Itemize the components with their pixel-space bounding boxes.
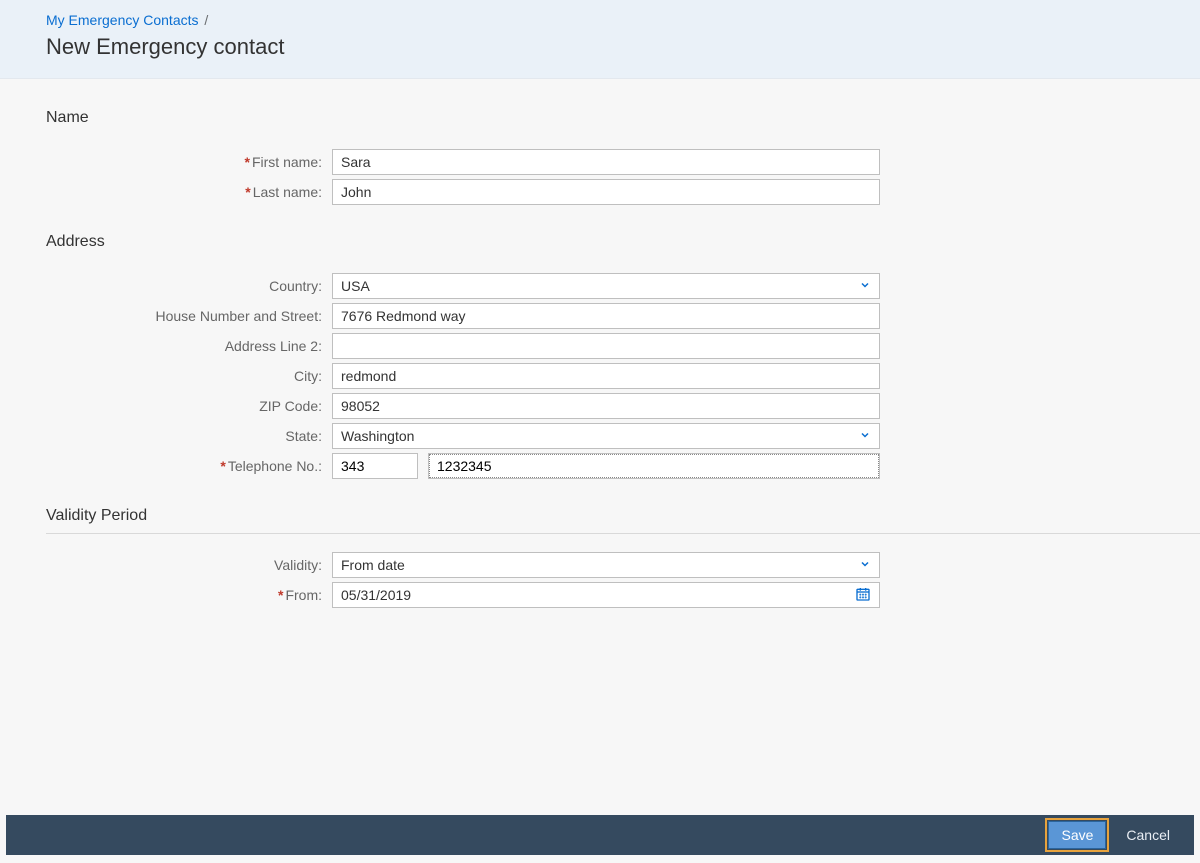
chevron-down-icon [859,428,871,444]
select-country-value: USA [341,278,370,294]
input-city[interactable] [332,363,880,389]
label-first-name: *First name: [46,154,332,170]
input-telephone-area[interactable] [332,453,418,479]
breadcrumb-separator: / [204,12,208,28]
section-name: Name *First name: *Last name: [46,109,1154,205]
input-street[interactable] [332,303,880,329]
chevron-down-icon [859,278,871,294]
input-from-date[interactable]: 05/31/2019 [332,582,880,608]
label-street: House Number and Street: [46,308,332,324]
select-country[interactable]: USA [332,273,880,299]
select-state[interactable]: Washington [332,423,880,449]
section-title-name: Name [46,109,1154,131]
input-first-name[interactable] [332,149,880,175]
section-validity: Validity Period Validity: From date *Fro… [46,507,1154,608]
select-state-value: Washington [341,428,414,444]
select-validity[interactable]: From date [332,552,880,578]
label-telephone: *Telephone No.: [46,458,332,474]
label-city: City: [46,368,332,384]
input-zip[interactable] [332,393,880,419]
page-title: New Emergency contact [46,34,1154,60]
section-title-address: Address [46,233,1154,255]
label-zip: ZIP Code: [46,398,332,414]
section-address: Address Country: USA House Number and St… [46,233,1154,479]
calendar-icon[interactable] [855,586,871,605]
chevron-down-icon [859,557,871,573]
section-title-validity: Validity Period [46,507,1200,534]
input-address-line-2[interactable] [332,333,880,359]
input-last-name[interactable] [332,179,880,205]
cancel-button[interactable]: Cancel [1114,821,1182,849]
footer-bar: Save Cancel [6,815,1194,855]
breadcrumb: My Emergency Contacts / [46,12,1154,28]
label-validity: Validity: [46,557,332,573]
page-header: My Emergency Contacts / New Emergency co… [0,0,1200,79]
label-address-line-2: Address Line 2: [46,338,332,354]
label-from: *From: [46,587,332,603]
select-validity-value: From date [341,557,405,573]
label-last-name: *Last name: [46,184,332,200]
label-country: Country: [46,278,332,294]
input-telephone-number[interactable] [428,453,880,479]
breadcrumb-parent-link[interactable]: My Emergency Contacts [46,12,199,28]
from-date-value: 05/31/2019 [341,587,411,603]
label-state: State: [46,428,332,444]
save-button[interactable]: Save [1048,821,1106,849]
